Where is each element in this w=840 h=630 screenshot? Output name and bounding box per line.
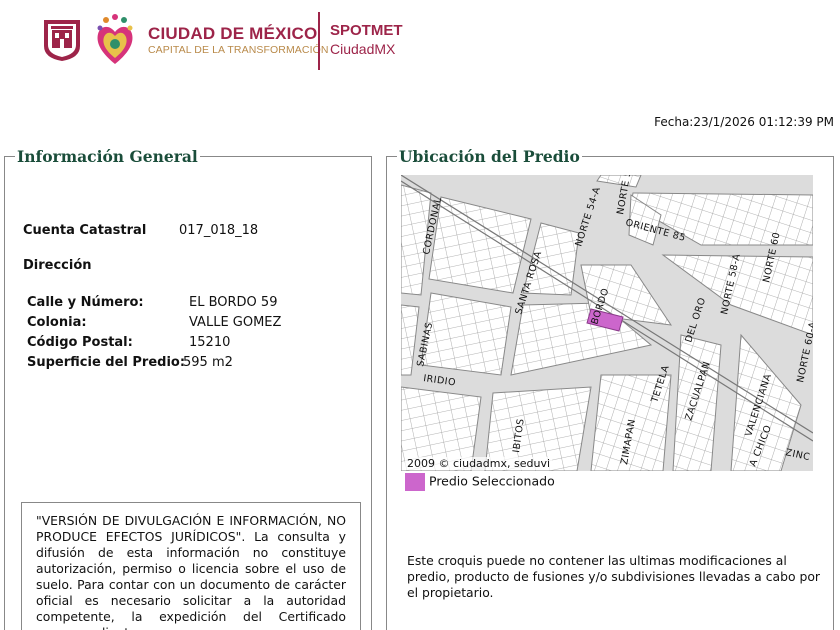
superficie-row: Superficie del Predio: 595 m2 [27,355,233,375]
direccion-label: Dirección [23,258,92,273]
brand-divider [318,12,320,70]
calle-row: Calle y Número: EL BORDO 59 [27,295,277,315]
address-block: Calle y Número: EL BORDO 59 Colonia: VAL… [27,295,281,375]
map-legend: Predio Seleccionado [405,473,555,491]
header: CIUDAD DE MÉXICO CAPITAL DE LA TRANSFORM… [0,0,840,80]
informacion-general-panel: Información General Cuenta Catastral 017… [4,147,372,630]
colonia-label: Colonia: [27,315,87,330]
cuenta-catastral-label: Cuenta Catastral [23,223,147,238]
fecha-timestamp: Fecha:23/1/2026 01:12:39 PM [654,115,834,129]
calle-value: EL BORDO 59 [189,295,278,310]
colonia-row: Colonia: VALLE GOMEZ [27,315,281,335]
map-view[interactable]: CORDONAL SANTA ROSA NORTE 54-A NORTE 5 O… [401,175,813,471]
app-subtitle: CiudadMX [330,41,396,57]
codigo-postal-label: Código Postal: [27,335,133,350]
brand-subtitle: CAPITAL DE LA TRANSFORMACIÓN [148,44,329,56]
superficie-value: 595 m2 [183,355,233,370]
codigo-postal-row: Código Postal: 15210 [27,335,230,355]
cdmx-shield-icon [44,20,80,61]
map-canvas: CORDONAL SANTA ROSA NORTE 54-A NORTE 5 O… [401,175,813,471]
informacion-general-legend: Información General [15,147,200,166]
ubicacion-predio-legend: Ubicación del Predio [397,147,582,166]
codigo-postal-value: 15210 [189,335,231,350]
cuenta-catastral-row: Cuenta Catastral 017_018_18 [23,223,258,238]
predio-legend-label: Predio Seleccionado [429,473,555,489]
ubicacion-predio-panel: Ubicación del Predio CORDONAL SANTA ROSA… [386,147,834,630]
heart-logo-icon [97,14,133,64]
colonia-value: VALLE GOMEZ [189,315,282,330]
disclaimer-box: "VERSIÓN DE DIVULGACIÓN E INFORMACIÓN, N… [21,502,361,630]
calle-label: Calle y Número: [27,295,144,310]
superficie-label: Superficie del Predio: [27,355,186,370]
app-title: SPOTMET [330,22,403,39]
cuenta-catastral-value: 017_018_18 [179,223,259,238]
predio-swatch [405,473,425,491]
croquis-note: Este croquis puede no contener las ultim… [407,553,821,600]
brand-title: CIUDAD DE MÉXICO [148,24,318,43]
map-credit: 2009 © ciudadmx, seduvi [405,457,553,470]
